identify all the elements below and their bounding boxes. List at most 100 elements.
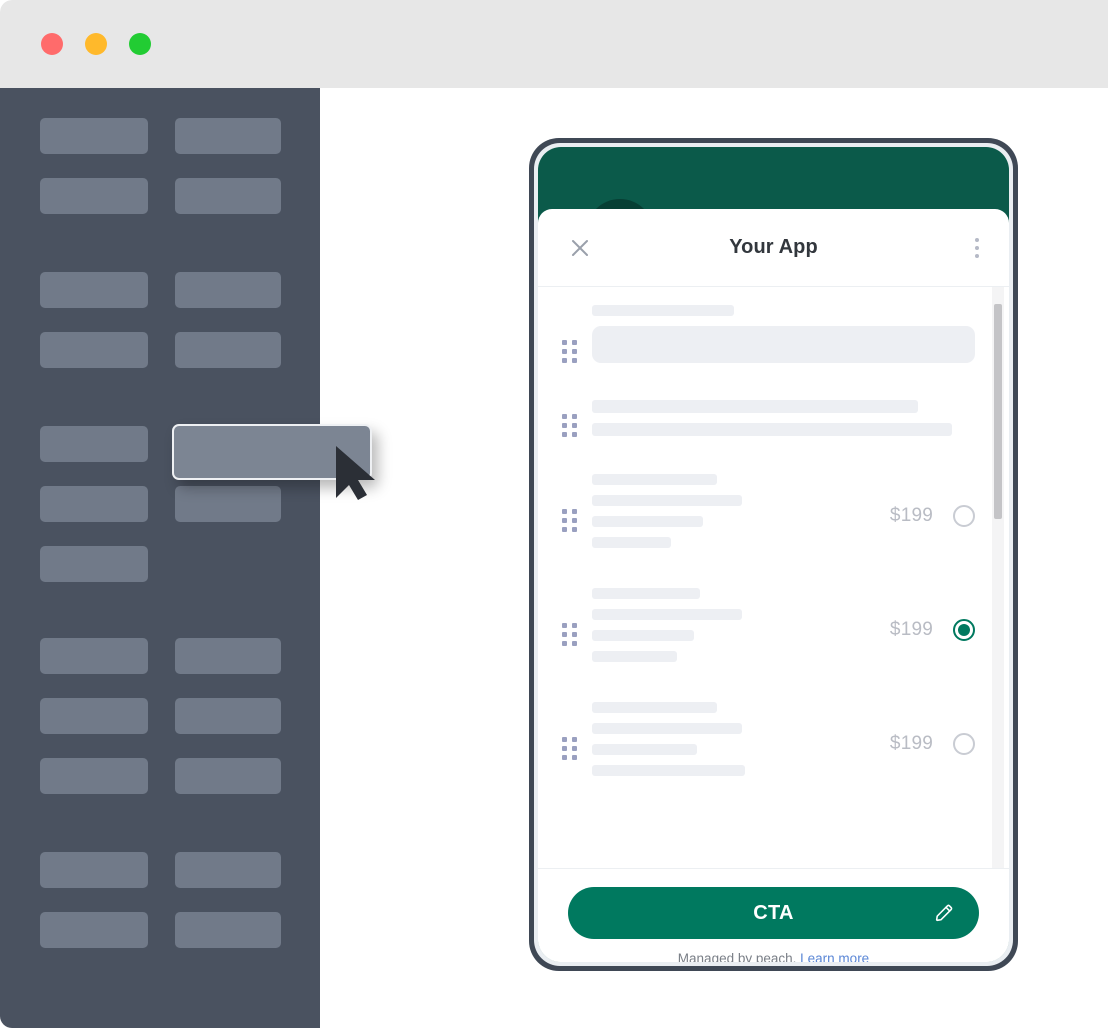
sidebar-placeholder-block[interactable]: [175, 332, 281, 368]
phone-mockup-frame: Your App $199 $199 $199 CTA Managed by p…: [529, 138, 1018, 971]
sidebar-row: [0, 758, 320, 818]
handle-dot: [572, 641, 577, 646]
radio-unselected[interactable]: [953, 505, 975, 527]
kebab-dot: [975, 245, 979, 250]
sidebar-row: [0, 852, 320, 912]
handle-dot: [562, 632, 567, 637]
handle-dot: [562, 340, 567, 345]
window-titlebar: [0, 0, 1108, 88]
radio-unselected[interactable]: [953, 733, 975, 755]
skeleton-text-bar: [592, 516, 703, 527]
skeleton-text-bar: [592, 400, 918, 413]
sidebar-placeholder-block[interactable]: [175, 486, 281, 522]
option-list-item[interactable]: $199: [538, 495, 1009, 558]
handle-dot: [572, 414, 577, 419]
app-bottom-sheet: Your App $199 $199 $199 CTA Managed by p…: [538, 209, 1009, 962]
drag-handle-icon[interactable]: [562, 623, 582, 646]
drag-handle-icon[interactable]: [562, 340, 582, 363]
sidebar-group: [0, 118, 320, 238]
handle-dot: [572, 432, 577, 437]
sidebar-row: [0, 272, 320, 332]
sidebar-row: [0, 546, 320, 606]
drag-handle-icon[interactable]: [562, 414, 582, 437]
minimize-window-button[interactable]: [85, 33, 107, 55]
sidebar-placeholder-block[interactable]: [175, 272, 281, 308]
drag-handle-icon[interactable]: [562, 737, 582, 760]
pencil-edit-icon[interactable]: [933, 902, 955, 924]
sidebar-row: [0, 486, 320, 546]
sheet-item-list: $199 $199 $199: [538, 287, 1009, 816]
handle-dot: [562, 527, 567, 532]
sidebar-placeholder-block[interactable]: [40, 426, 148, 462]
skeleton-text-bar: [592, 651, 678, 662]
list-item: [538, 400, 1009, 452]
handle-dot: [572, 746, 577, 751]
learn-more-link[interactable]: Learn more: [800, 951, 869, 962]
skeleton-text-bar: [592, 765, 746, 776]
handle-dot: [562, 349, 567, 354]
maximize-window-button[interactable]: [129, 33, 151, 55]
vertical-scrollbar-track[interactable]: [992, 287, 1004, 868]
kebab-vertical-icon[interactable]: [975, 237, 979, 258]
handle-dot: [562, 641, 567, 646]
cta-button[interactable]: CTA: [568, 887, 979, 939]
option-list-item[interactable]: $199: [538, 609, 1009, 672]
close-window-button[interactable]: [41, 33, 63, 55]
sidebar-row: [0, 698, 320, 758]
handle-dot: [562, 509, 567, 514]
sidebar-placeholder-block[interactable]: [40, 332, 148, 368]
handle-dot: [562, 737, 567, 742]
sidebar-placeholder-block[interactable]: [175, 698, 281, 734]
sidebar-placeholder-block[interactable]: [40, 118, 148, 154]
handle-dot: [562, 755, 567, 760]
sidebar-placeholder-block[interactable]: [40, 852, 148, 888]
sidebar-row: [0, 912, 320, 972]
skeleton-text-bar[interactable]: [592, 326, 975, 363]
skeleton-label-bar: [592, 474, 718, 485]
option-list-item[interactable]: $199: [538, 723, 1009, 786]
sidebar-placeholder-block[interactable]: [40, 178, 148, 214]
footer-note: Managed by peach. Learn more: [568, 951, 979, 962]
handle-dot: [562, 432, 567, 437]
radio-selected[interactable]: [953, 619, 975, 641]
sheet-scroll-body[interactable]: $199 $199 $199: [538, 287, 1009, 868]
sidebar-placeholder-block[interactable]: [40, 698, 148, 734]
option-price: $199: [889, 505, 933, 526]
sidebar-placeholder-block[interactable]: [40, 546, 148, 582]
sidebar-group: [0, 638, 320, 818]
sidebar-placeholder-block[interactable]: [175, 638, 281, 674]
option-price-and-radio: $199: [890, 505, 975, 527]
kebab-dot: [975, 237, 979, 242]
sidebar-placeholder-block[interactable]: [175, 758, 281, 794]
close-x-icon[interactable]: [568, 236, 592, 260]
skeleton-text-bar: [592, 744, 698, 755]
kebab-dot: [975, 253, 979, 258]
handle-dot: [572, 349, 577, 354]
sidebar-placeholder-block[interactable]: [175, 852, 281, 888]
option-price: $199: [889, 733, 933, 754]
sidebar-placeholder-block[interactable]: [40, 272, 148, 308]
handle-dot: [572, 423, 577, 428]
footer-note-text: Managed by peach.: [677, 951, 797, 962]
list-item-content: [592, 723, 876, 786]
handle-dot: [562, 414, 567, 419]
drag-handle-icon[interactable]: [562, 509, 582, 532]
handle-dot: [572, 737, 577, 742]
sidebar-row: [0, 638, 320, 698]
sidebar-placeholder-block[interactable]: [175, 118, 281, 154]
sidebar-placeholder-block[interactable]: [40, 486, 148, 522]
sidebar-placeholder-block[interactable]: [40, 758, 148, 794]
sidebar-placeholder-block[interactable]: [40, 912, 148, 948]
skeleton-text-bar: [592, 723, 743, 734]
vertical-scrollbar-thumb[interactable]: [994, 304, 1002, 520]
sidebar-placeholder-block[interactable]: [175, 912, 281, 948]
sidebar-group: [0, 852, 320, 972]
sidebar-placeholder-block[interactable]: [40, 638, 148, 674]
sheet-header: Your App: [538, 209, 1009, 287]
sidebar-placeholder-block[interactable]: [175, 178, 281, 214]
handle-dot: [562, 623, 567, 628]
skeleton-text-bar: [592, 537, 672, 548]
